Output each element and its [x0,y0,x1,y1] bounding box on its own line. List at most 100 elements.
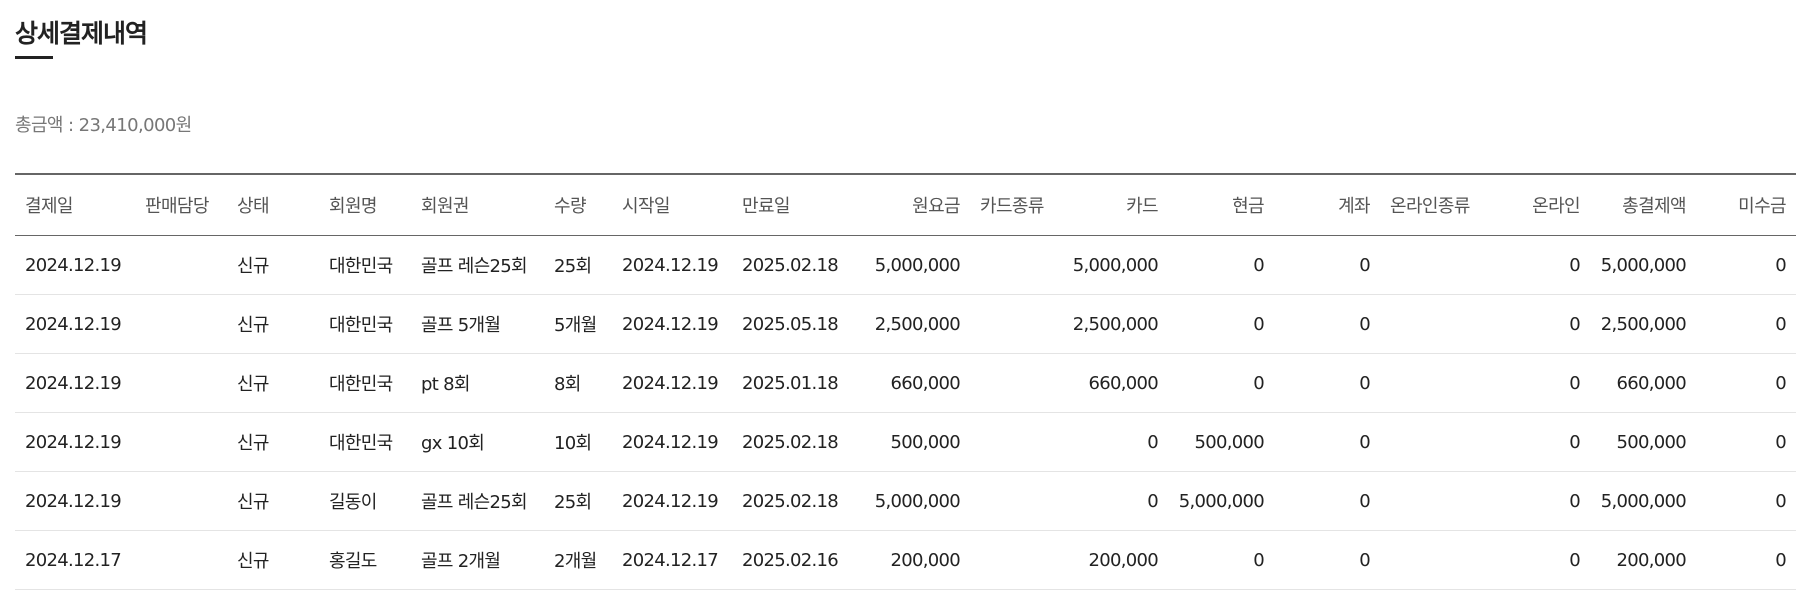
table-row: 2024.12.19 신규 대한민국 gx 10회 10회 2024.12.19 2025.… [15,412,1796,472]
cell-cash: 500,000 [1168,412,1274,472]
cell-cash: 5,000,000 [1168,471,1274,531]
cell-start: 2024.12.19 [612,294,732,354]
cell-account: 0 [1274,471,1380,531]
cell-status: 신규 [227,530,319,590]
title-underline [15,56,53,59]
cell-card-type [970,353,1062,413]
cell-unpaid: 0 [1696,471,1796,531]
cell-online: 0 [1486,412,1590,472]
col-header-account: 계좌 [1274,174,1380,236]
cell-staff [135,412,227,472]
cell-qty: 10회 [544,412,612,472]
cell-start: 2024.12.19 [612,471,732,531]
cell-end: 2025.02.18 [732,412,852,472]
cell-base-fee: 5,000,000 [852,471,970,531]
cell-total-paid: 660,000 [1590,353,1696,413]
cell-member: 대한민국 [319,235,411,295]
col-header-base-fee: 원요금 [852,174,970,236]
table-row: 2024.12.19 신규 대한민국 pt 8회 8회 2024.12.19 2025.01… [15,353,1796,413]
cell-base-fee: 660,000 [852,353,970,413]
col-header-qty: 수량 [544,174,612,236]
cell-card-type [970,471,1062,531]
cell-pay-date: 2024.12.19 [15,235,135,295]
cell-account: 0 [1274,235,1380,295]
cell-online-type [1380,294,1486,354]
cell-card-type [970,530,1062,590]
table-row: 2024.12.19 신규 대한민국 골프 5개월 5개월 2024.12.19 2025.… [15,294,1796,354]
cell-status: 신규 [227,471,319,531]
cell-membership: 골프 2개월 [411,530,544,590]
cell-card: 0 [1062,471,1168,531]
cell-status: 신규 [227,353,319,413]
table-header-row: 결제일 판매담당 상태 회원명 회원권 수량 시작일 만료일 원요금 카드종류 … [15,174,1796,236]
cell-end: 2025.05.18 [732,294,852,354]
cell-start: 2024.12.17 [612,530,732,590]
cell-card: 2,500,000 [1062,294,1168,354]
cell-membership: 골프 레슨25회 [411,471,544,531]
cell-qty: 5개월 [544,294,612,354]
cell-status: 신규 [227,294,319,354]
col-header-end-date: 만료일 [732,174,852,236]
col-header-total-paid: 총결제액 [1590,174,1696,236]
cell-online-type [1380,471,1486,531]
cell-cash: 0 [1168,353,1274,413]
cell-online: 0 [1486,471,1590,531]
cell-pay-date: 2024.12.19 [15,412,135,472]
cell-online: 0 [1486,353,1590,413]
cell-account: 0 [1274,353,1380,413]
cell-online-type [1380,530,1486,590]
col-header-unpaid: 미수금 [1696,174,1796,236]
cell-membership: 골프 레슨25회 [411,235,544,295]
cell-total-paid: 500,000 [1590,412,1696,472]
cell-unpaid: 0 [1696,235,1796,295]
cell-card: 200,000 [1062,530,1168,590]
col-header-staff: 판매담당 [135,174,227,236]
cell-account: 0 [1274,412,1380,472]
cell-base-fee: 2,500,000 [852,294,970,354]
col-header-cash: 현금 [1168,174,1274,236]
cell-unpaid: 0 [1696,412,1796,472]
section-title: 상세결제내역 [15,19,148,48]
cell-status: 신규 [227,235,319,295]
cell-qty: 8회 [544,353,612,413]
cell-qty: 25회 [544,235,612,295]
cell-card-type [970,412,1062,472]
col-header-membership: 회원권 [411,174,544,236]
cell-online: 0 [1486,235,1590,295]
table-row: 2024.12.19 신규 길동이 골프 레슨25회 25회 2024.12.19 2025… [15,471,1796,531]
cell-qty: 2개월 [544,530,612,590]
cell-online: 0 [1486,294,1590,354]
cell-total-paid: 5,000,000 [1590,471,1696,531]
cell-unpaid: 0 [1696,530,1796,590]
cell-online-type [1380,235,1486,295]
cell-staff [135,471,227,531]
cell-base-fee: 200,000 [852,530,970,590]
table-row: 2024.12.17 신규 홍길도 골프 2개월 2개월 2024.12.17 2025.0… [15,530,1796,590]
cell-pay-date: 2024.12.17 [15,530,135,590]
payment-details-table: 결제일 판매담당 상태 회원명 회원권 수량 시작일 만료일 원요금 카드종류 … [15,173,1796,590]
col-header-status: 상태 [227,174,319,236]
cell-staff [135,235,227,295]
col-header-online-type: 온라인종류 [1380,174,1486,236]
cell-member: 대한민국 [319,294,411,354]
cell-account: 0 [1274,294,1380,354]
cell-unpaid: 0 [1696,294,1796,354]
cell-total-paid: 2,500,000 [1590,294,1696,354]
cell-online-type [1380,353,1486,413]
cell-pay-date: 2024.12.19 [15,471,135,531]
cell-member: 대한민국 [319,353,411,413]
total-amount: 총금액 : 23,410,000원 [15,115,192,136]
cell-end: 2025.02.16 [732,530,852,590]
cell-end: 2025.02.18 [732,471,852,531]
cell-pay-date: 2024.12.19 [15,294,135,354]
cell-card-type [970,294,1062,354]
cell-member: 대한민국 [319,412,411,472]
cell-base-fee: 5,000,000 [852,235,970,295]
cell-pay-date: 2024.12.19 [15,353,135,413]
cell-cash: 0 [1168,294,1274,354]
col-header-pay-date: 결제일 [15,174,135,236]
col-header-card-type: 카드종류 [970,174,1062,236]
cell-start: 2024.12.19 [612,412,732,472]
cell-end: 2025.02.18 [732,235,852,295]
cell-unpaid: 0 [1696,353,1796,413]
